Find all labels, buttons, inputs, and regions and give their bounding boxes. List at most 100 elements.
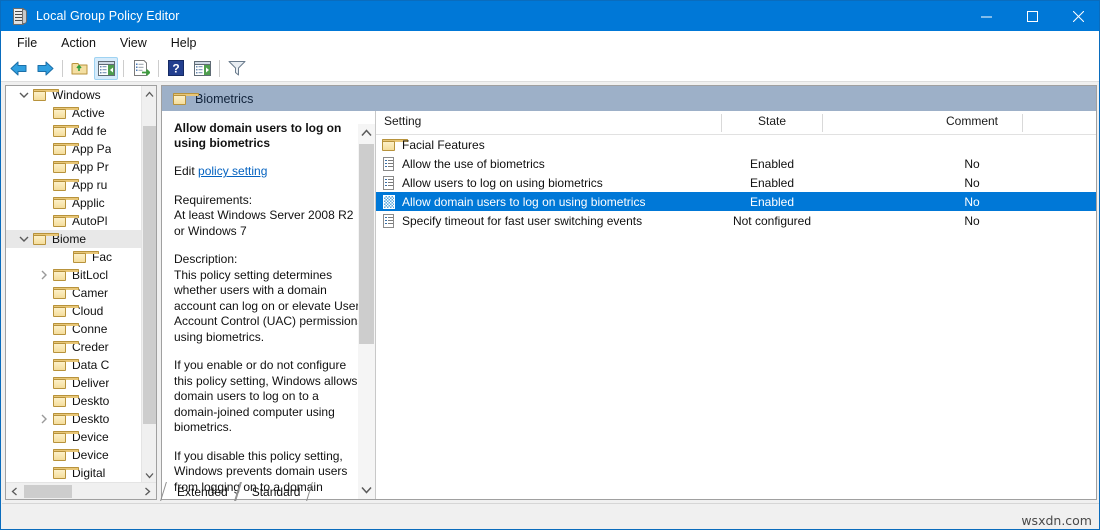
toolbar-separator [62, 59, 63, 77]
tree-item[interactable]: Deskto [6, 392, 142, 410]
tree-item[interactable]: Digital [6, 464, 142, 482]
menu-item-file[interactable]: File [7, 34, 47, 52]
tree-item[interactable]: Camer [6, 284, 142, 302]
tree-twisty-icon[interactable] [36, 158, 52, 176]
window-title: Local Group Policy Editor [36, 9, 180, 23]
export-list-icon[interactable] [129, 57, 153, 80]
column-header-state[interactable]: State [722, 114, 822, 128]
help-icon[interactable]: ? [164, 57, 188, 80]
folder-icon [52, 142, 79, 156]
tree-twisty-icon[interactable] [36, 122, 52, 140]
tree-twisty-icon[interactable] [16, 86, 32, 104]
folder-icon [52, 106, 79, 120]
tree-twisty-icon[interactable] [36, 212, 52, 230]
tree-twisty-icon[interactable] [36, 446, 52, 464]
table-row[interactable]: Allow domain users to log on using biome… [376, 192, 1096, 211]
menu-item-action[interactable]: Action [51, 34, 106, 52]
column-header-setting[interactable]: Setting [384, 114, 421, 128]
table-row[interactable]: Facial Features [376, 135, 1096, 154]
tree-item[interactable]: Active [6, 104, 142, 122]
scroll-up-icon[interactable] [358, 124, 375, 142]
folder-icon [52, 286, 79, 300]
tree-item[interactable]: Device [6, 446, 142, 464]
results-pane: Biometrics Allow domain users to log on … [161, 85, 1097, 500]
tree-twisty-icon[interactable] [36, 410, 52, 428]
scroll-down-icon[interactable] [142, 467, 156, 483]
maximize-icon[interactable] [1009, 1, 1055, 31]
tree-twisty-icon[interactable] [36, 302, 52, 320]
tree-twisty-icon[interactable] [36, 392, 52, 410]
up-folder-icon[interactable] [68, 57, 92, 80]
scroll-left-icon[interactable] [6, 483, 23, 499]
scroll-right-icon[interactable] [139, 483, 156, 499]
tab-extended[interactable]: Extended [160, 482, 241, 501]
tree-item[interactable]: Fac [6, 248, 142, 266]
tree-twisty-icon[interactable] [36, 194, 52, 212]
table-row[interactable]: Specify timeout for fast user switching … [376, 211, 1096, 230]
tab-standard[interactable]: Standard [234, 482, 314, 501]
tree-horizontal-scrollbar[interactable] [6, 482, 156, 499]
policy-description-pane: Allow domain users to log on using biome… [162, 111, 374, 499]
description-scroll-thumb[interactable] [359, 144, 374, 344]
tree-item[interactable]: Data C [6, 356, 142, 374]
tree-item[interactable]: App ru [6, 176, 142, 194]
minimize-icon[interactable] [963, 1, 1009, 31]
tree-item[interactable]: Conne [6, 320, 142, 338]
svg-text:?: ? [172, 62, 179, 76]
tree-item[interactable]: Cloud [6, 302, 142, 320]
tree-item[interactable]: BitLocl [6, 266, 142, 284]
table-row[interactable]: Allow users to log on using biometrics En… [376, 173, 1096, 192]
folder-icon [32, 232, 59, 246]
tree-twisty-icon[interactable] [36, 338, 52, 356]
table-row[interactable]: Allow the use of biometrics Enabled No [376, 154, 1096, 173]
policy-setting-link[interactable]: policy setting [198, 164, 267, 178]
tree-item[interactable]: Windows [6, 86, 142, 104]
tree-twisty-icon[interactable] [36, 356, 52, 374]
scroll-up-icon[interactable] [142, 86, 156, 102]
list-rows-container: Facial Features Allow the use of biometri… [376, 135, 1096, 230]
tree-item[interactable]: Deliver [6, 374, 142, 392]
cell-state: Enabled [749, 156, 795, 171]
back-icon[interactable] [7, 57, 31, 80]
tree-hscroll-thumb[interactable] [24, 485, 72, 498]
show-hide-console-tree-icon[interactable] [94, 56, 118, 80]
tree-item[interactable]: Creder [6, 338, 142, 356]
tree-item[interactable]: Deskto [6, 410, 142, 428]
column-header-comment[interactable]: Comment [922, 114, 1022, 128]
column-divider[interactable] [822, 114, 823, 132]
tree-twisty-icon[interactable] [56, 248, 72, 266]
tree-twisty-icon[interactable] [36, 320, 52, 338]
menu-item-help[interactable]: Help [161, 34, 207, 52]
console-tree[interactable]: Windows Active Add fe App Pa App Pr App ru Ap… [6, 86, 142, 483]
tree-twisty-icon[interactable] [36, 176, 52, 194]
tree-twisty-icon[interactable] [36, 374, 52, 392]
menu-item-view[interactable]: View [110, 34, 157, 52]
tree-item[interactable]: Add fe [6, 122, 142, 140]
tree-twisty-icon[interactable] [36, 428, 52, 446]
tree-item[interactable]: Device [6, 428, 142, 446]
tree-twisty-icon[interactable] [16, 230, 32, 248]
edit-policy-line: Edit policy setting [174, 164, 364, 180]
tree-scroll-thumb[interactable] [143, 126, 156, 424]
tree-twisty-icon[interactable] [36, 284, 52, 302]
tree-item[interactable]: Applic [6, 194, 142, 212]
scroll-down-icon[interactable] [358, 481, 375, 499]
close-icon[interactable] [1055, 1, 1099, 31]
policy-doc-icon [381, 156, 397, 171]
cell-state: Enabled [749, 175, 795, 190]
tree-twisty-icon[interactable] [36, 104, 52, 122]
description-scrollbar[interactable] [358, 124, 375, 499]
forward-icon[interactable] [33, 57, 57, 80]
tree-item[interactable]: AutoPl [6, 212, 142, 230]
cell-comment: No [964, 194, 980, 209]
tree-item[interactable]: App Pa [6, 140, 142, 158]
tree-item[interactable]: Biome [6, 230, 142, 248]
filter-icon[interactable] [225, 57, 249, 80]
show-hide-action-pane-icon[interactable] [190, 57, 214, 80]
tree-twisty-icon[interactable] [36, 464, 52, 482]
tree-twisty-icon[interactable] [36, 140, 52, 158]
tree-item[interactable]: App Pr [6, 158, 142, 176]
tree-twisty-icon[interactable] [36, 266, 52, 284]
column-divider[interactable] [1022, 114, 1023, 132]
tree-vertical-scrollbar[interactable] [141, 86, 156, 483]
